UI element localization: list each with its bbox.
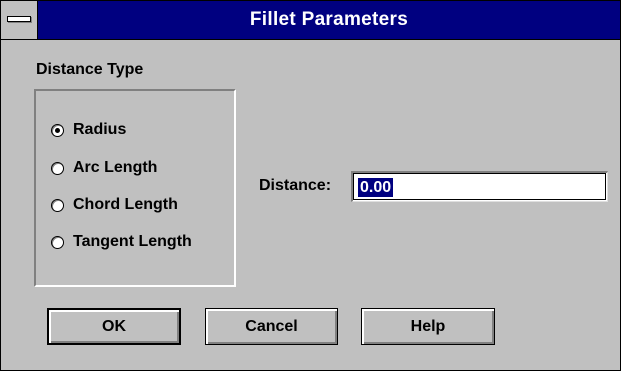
help-button[interactable]: Help <box>361 308 495 345</box>
system-menu-button[interactable] <box>1 1 38 39</box>
dialog-title: Fillet Parameters <box>249 9 409 30</box>
radio-arc-length[interactable]: Arc Length <box>51 157 157 179</box>
radio-unchecked-icon[interactable] <box>51 198 64 212</box>
cancel-button[interactable]: Cancel <box>205 308 338 345</box>
distance-label: Distance: <box>259 177 332 194</box>
radio-radius[interactable]: Radius <box>51 119 126 141</box>
distance-type-label: Distance Type <box>36 61 144 78</box>
title-bar[interactable]: Fillet Parameters <box>1 1 620 40</box>
fillet-parameters-dialog: Fillet Parameters Distance Type Radius A… <box>0 0 621 371</box>
ok-button[interactable]: OK <box>47 308 181 345</box>
radio-radius-label: Radius <box>73 121 127 138</box>
radio-chord-length-label: Chord Length <box>73 196 178 213</box>
distance-input[interactable]: 0.00 <box>351 171 608 202</box>
radio-chord-length[interactable]: Chord Length <box>51 194 178 216</box>
radio-tangent-length[interactable]: Tangent Length <box>51 231 192 253</box>
distance-value: 0.00 <box>358 178 394 197</box>
radio-unchecked-icon[interactable] <box>51 235 64 249</box>
radio-tangent-length-label: Tangent Length <box>73 233 192 250</box>
radio-arc-length-label: Arc Length <box>73 159 158 176</box>
radio-checked-icon[interactable] <box>51 123 64 137</box>
radio-unchecked-icon[interactable] <box>51 161 64 175</box>
system-menu-icon <box>7 16 31 22</box>
